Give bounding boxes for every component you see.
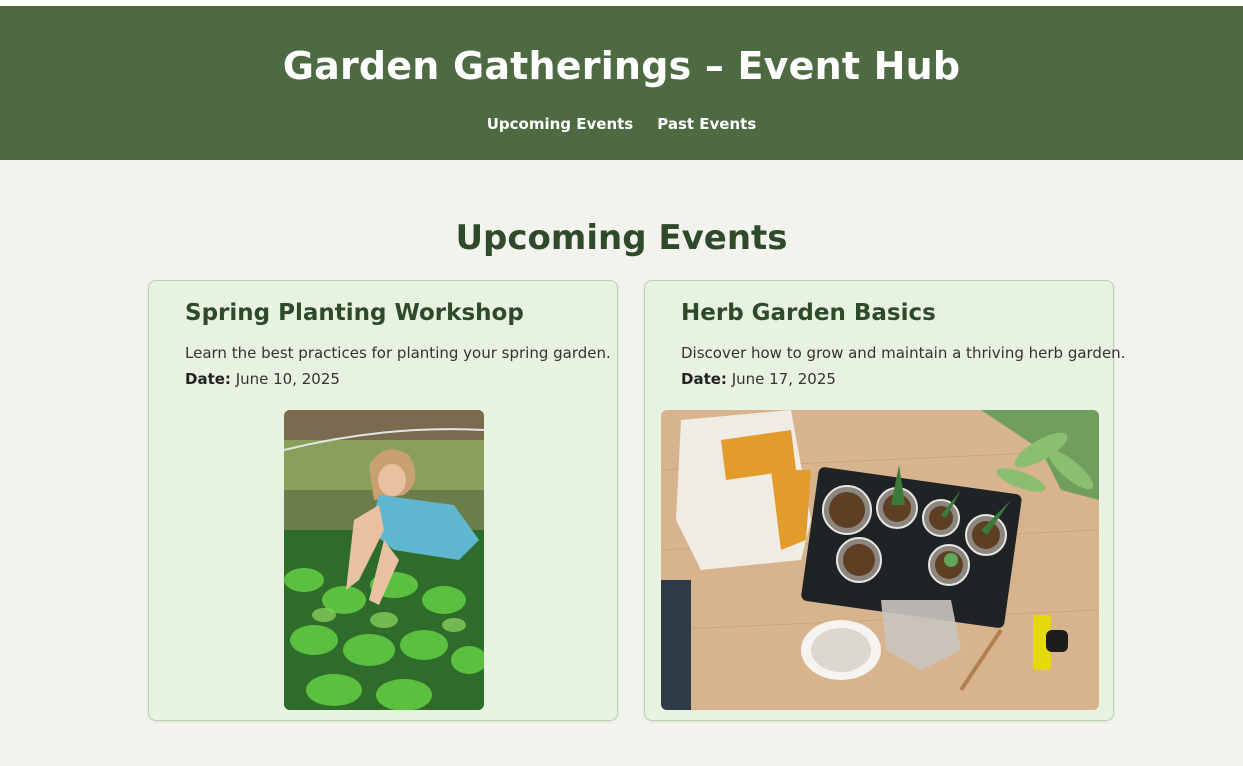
event-title: Spring Planting Workshop bbox=[185, 300, 524, 326]
event-date-label: Date: bbox=[681, 370, 727, 388]
event-date-value: June 10, 2025 bbox=[235, 370, 340, 388]
main-nav: Upcoming Events Past Events bbox=[0, 114, 1243, 134]
site-header: Garden Gatherings – Event Hub Upcoming E… bbox=[0, 6, 1243, 160]
event-description: Learn the best practices for planting yo… bbox=[185, 344, 611, 362]
event-date: Date: June 10, 2025 bbox=[185, 368, 340, 390]
event-date: Date: June 17, 2025 bbox=[681, 368, 836, 390]
event-date-value: June 17, 2025 bbox=[731, 370, 836, 388]
event-description: Discover how to grow and maintain a thri… bbox=[681, 344, 1126, 362]
nav-upcoming-events[interactable]: Upcoming Events bbox=[487, 114, 634, 134]
event-image-woman-tending-seedlings bbox=[284, 410, 484, 710]
event-image-potting-supplies bbox=[661, 410, 1099, 710]
event-card-herb-garden[interactable]: Herb Garden Basics Discover how to grow … bbox=[644, 280, 1125, 721]
section-title: Upcoming Events bbox=[455, 218, 788, 258]
event-date-label: Date: bbox=[185, 370, 231, 388]
event-card-spring-planting[interactable]: Spring Planting Workshop Learn the best … bbox=[148, 280, 618, 721]
event-title: Herb Garden Basics bbox=[681, 300, 936, 326]
site-title: Garden Gatherings – Event Hub bbox=[282, 44, 961, 88]
nav-past-events[interactable]: Past Events bbox=[657, 114, 756, 134]
